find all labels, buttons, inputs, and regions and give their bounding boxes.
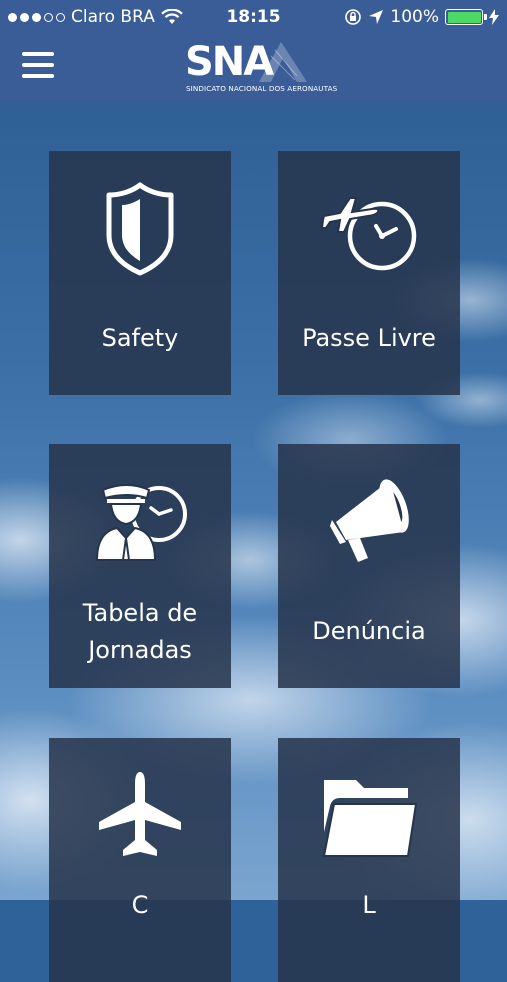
pilot-clock-icon — [95, 484, 187, 561]
battery-fill — [447, 11, 481, 23]
shield-icon — [106, 182, 174, 276]
sna-logo: SNA SINDICATO NACIONAL DOS AERONAUTAS — [185, 39, 337, 96]
plane-clock-icon — [320, 197, 417, 271]
battery-icon — [445, 9, 487, 25]
tile-label-line2: Jornadas — [88, 636, 192, 664]
megaphone-icon — [330, 479, 409, 562]
tile-documents[interactable]: L — [278, 738, 460, 982]
hamburger-menu-icon[interactable] — [22, 52, 54, 78]
logo-text: SNA — [185, 39, 274, 85]
tile-label: L — [362, 891, 376, 919]
status-right: 100% — [344, 0, 499, 34]
tile-label: C — [131, 891, 149, 919]
tile-label: Denúncia — [312, 617, 426, 645]
status-bar: Claro BRA 18:15 100% — [0, 0, 507, 34]
tile-aircraft[interactable]: C — [49, 738, 231, 982]
tile-denuncia[interactable]: Denúncia — [278, 444, 460, 688]
tile-safety[interactable]: Safety — [49, 151, 231, 395]
header-bar: Claro BRA 18:15 100% SNA SINDICATO NACIO… — [0, 0, 507, 102]
charging-bolt-icon — [489, 9, 499, 25]
tile-passe-livre[interactable]: Passe Livre — [278, 151, 460, 395]
tile-label: Passe Livre — [302, 324, 436, 352]
folder-icon — [322, 780, 418, 857]
tile-label-line1: Tabela de — [82, 599, 198, 627]
battery-percent: 100% — [390, 7, 439, 27]
location-arrow-icon — [369, 10, 384, 24]
logo-subtitle: SINDICATO NACIONAL DOS AERONAUTAS — [186, 84, 338, 93]
airplane-icon — [99, 772, 181, 856]
rotation-lock-icon — [345, 9, 362, 25]
tile-label: Safety — [101, 324, 179, 352]
tile-tabela-de-jornadas[interactable]: Tabela de Jornadas — [49, 444, 231, 688]
